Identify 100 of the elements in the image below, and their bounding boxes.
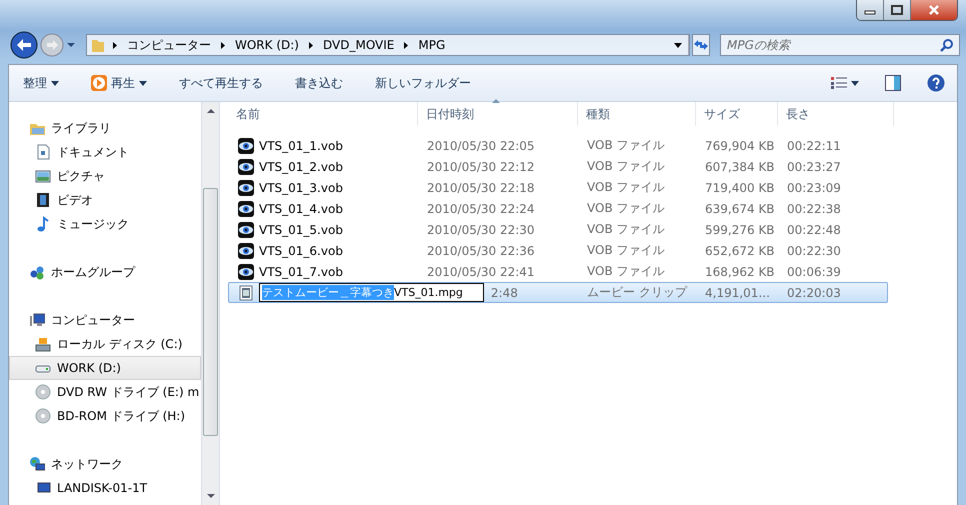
search-icon xyxy=(940,38,954,52)
file-row[interactable]: テストムービー＿字幕つき VTS_01.mpg 2:48 ムービー クリップ 4,191,01... 02:20:03 xyxy=(228,282,888,303)
nav-item[interactable]: LANDISK-01-1T xyxy=(9,476,201,500)
globe-network-icon xyxy=(29,456,45,472)
search-field[interactable]: MPGの検索 xyxy=(720,34,960,56)
film-icon xyxy=(35,192,51,208)
table-cell-text: VOB ファイル xyxy=(586,221,666,238)
table-cell-text: VOB ファイル xyxy=(586,263,666,280)
table-cell-text: 00:06:39 xyxy=(786,264,842,278)
eye-icon xyxy=(238,242,254,258)
minimize-button[interactable] xyxy=(857,0,884,20)
nav-item[interactable]: DVD RW ドライブ (E:) m xyxy=(9,380,201,404)
file-row[interactable]: VTS_01_5.vob 2010/05/30 22:30 VOB ファイル 599,276 KB 00:22:48 xyxy=(228,219,888,240)
nav-item[interactable]: ネットワーク xyxy=(9,452,201,476)
nav-item[interactable]: コンピューター xyxy=(9,308,201,332)
eye-icon xyxy=(238,264,254,280)
table-cell-text: ムービー クリップ xyxy=(586,284,688,301)
breadcrumb[interactable]: MPG xyxy=(416,38,448,52)
nav-item[interactable]: ピクチャ xyxy=(9,164,201,188)
table-cell-text: 719,400 KB xyxy=(704,180,776,194)
file-name: VTS_01_5.vob xyxy=(259,222,343,236)
file-row[interactable]: VTS_01_1.vob 2010/05/30 22:05 VOB ファイル 769,904 KB 00:22:11 xyxy=(228,135,888,156)
eye-icon xyxy=(238,222,254,238)
chevron-icon xyxy=(221,42,225,48)
file-row[interactable]: VTS_01_4.vob 2010/05/30 22:24 VOB ファイル 639,674 KB 00:22:38 xyxy=(228,198,888,219)
table-cell-text: VOB ファイル xyxy=(586,158,666,175)
chevron-icon xyxy=(113,42,117,48)
table-cell-text: VOB ファイル xyxy=(586,137,666,154)
nav-item[interactable]: BD-ROM ドライブ (H:) xyxy=(9,404,201,428)
toolbar-button[interactable]: 書き込む xyxy=(291,72,347,94)
toolbar-button[interactable]: 再生 xyxy=(87,72,151,94)
table-cell-text: 599,276 KB xyxy=(704,222,776,236)
file-row[interactable]: VTS_01_6.vob 2010/05/30 22:36 VOB ファイル 652,672 KB 00:22:30 xyxy=(228,240,888,261)
table-cell: 2:48 xyxy=(490,286,518,300)
file-row[interactable]: VTS_01_7.vob 2010/05/30 22:41 VOB ファイル 168,962 KB 00:06:39 xyxy=(228,261,888,282)
chevron-icon xyxy=(308,42,313,48)
homegroup-icon xyxy=(29,264,45,280)
table-cell-text: 607,384 KB xyxy=(704,160,776,174)
breadcrumb[interactable]: WORK (D:) xyxy=(233,38,301,52)
table-cell-text: VOB ファイル xyxy=(586,200,666,217)
file-row[interactable]: VTS_01_3.vob 2010/05/30 22:18 VOB ファイル 719,400 KB 00:23:09 xyxy=(228,177,888,198)
refresh-button[interactable] xyxy=(692,34,710,56)
nav-item[interactable]: ドキュメント xyxy=(9,140,201,164)
document-icon xyxy=(35,144,51,160)
preview-pane-icon xyxy=(885,75,901,91)
eye-icon xyxy=(238,180,254,196)
file-name: VTS_01_3.vob xyxy=(259,180,343,194)
table-cell-text: 00:22:38 xyxy=(786,202,842,216)
nav-item[interactable]: ローカル ディスク (C:) xyxy=(9,332,201,356)
back-button[interactable] xyxy=(10,31,38,59)
computer-icon xyxy=(29,312,45,328)
table-cell-text: 2010/05/30 22:05 xyxy=(426,138,536,152)
column-header[interactable]: 種類 xyxy=(578,102,696,126)
nav-item[interactable]: WORK (D:) xyxy=(9,356,201,380)
music-note-icon xyxy=(35,216,51,232)
column-header[interactable]: 長さ xyxy=(778,102,894,126)
table-cell-text: 2010/05/30 22:41 xyxy=(426,264,536,278)
chevron-icon xyxy=(404,42,408,48)
address-bar[interactable]: コンピューター WORK (D:) DVD_MOVIE MPG xyxy=(86,34,690,56)
scroll-down-icon xyxy=(206,493,214,499)
sort-arrow-icon xyxy=(492,98,500,103)
table-cell-text: 2010/05/30 22:18 xyxy=(426,180,536,194)
eye-icon xyxy=(238,200,254,216)
table-cell-text: 00:22:48 xyxy=(786,222,842,236)
scroll-up-icon xyxy=(206,108,214,114)
folder-icon xyxy=(91,37,105,53)
column-header[interactable]: 名前 xyxy=(228,102,418,126)
column-header[interactable]: サイズ xyxy=(696,102,778,126)
scroll-thumb[interactable] xyxy=(203,188,218,436)
table-cell-text: 02:20:03 xyxy=(786,286,842,300)
close-button[interactable] xyxy=(911,0,957,20)
nav-item[interactable]: ライブラリ xyxy=(9,116,201,140)
caret-icon xyxy=(66,42,76,48)
history-dropdown[interactable] xyxy=(66,42,76,48)
caret-icon xyxy=(51,80,59,86)
file-row[interactable]: VTS_01_2.vob 2010/05/30 22:12 VOB ファイル 607,384 KB 00:23:27 xyxy=(228,156,888,177)
nav-item[interactable]: ビデオ xyxy=(9,188,201,212)
file-name: VTS_01_2.vob xyxy=(259,160,343,174)
table-cell-text: 168,962 KB xyxy=(704,264,776,278)
table-cell-text: 652,672 KB xyxy=(704,244,776,258)
caret-icon xyxy=(851,80,859,86)
toolbar-button[interactable]: 新しいフォルダー xyxy=(371,72,475,94)
breadcrumb[interactable]: DVD_MOVIE xyxy=(320,38,396,52)
maximize-button[interactable] xyxy=(884,0,911,20)
caret-icon xyxy=(139,80,147,86)
breadcrumb[interactable]: コンピューター xyxy=(125,36,213,54)
file-name: VTS_01_6.vob xyxy=(259,244,343,258)
rename-field[interactable]: テストムービー＿字幕つき VTS_01.mpg xyxy=(259,283,484,302)
table-cell-text: 00:22:11 xyxy=(786,138,842,152)
nav-item[interactable]: ホームグループ xyxy=(9,260,201,284)
scrollbar[interactable] xyxy=(201,102,219,505)
play-icon xyxy=(91,75,107,91)
nav-item[interactable]: ミュージック xyxy=(9,212,201,236)
eye-icon xyxy=(238,138,254,154)
toolbar-button[interactable]: すべて再生する xyxy=(175,72,267,94)
table-cell-text: 4,191,01... xyxy=(704,286,771,300)
toolbar-button[interactable]: 整理 xyxy=(19,72,63,94)
column-header[interactable]: 日付時刻 xyxy=(418,102,578,126)
table-cell-text: 2010/05/30 22:30 xyxy=(426,222,536,236)
maximize-icon xyxy=(891,5,903,15)
